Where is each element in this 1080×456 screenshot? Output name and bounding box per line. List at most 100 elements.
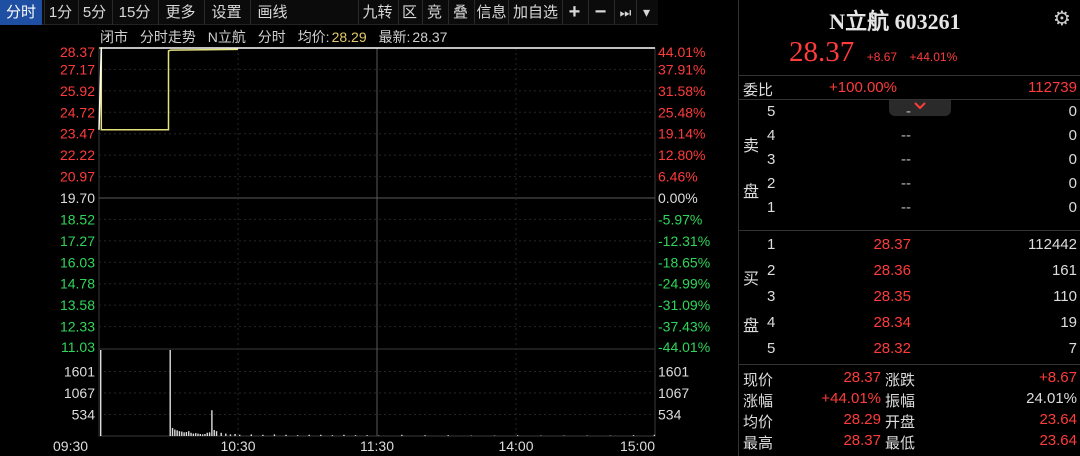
chart-mode: 分时 [257,29,286,45]
bid-price: 28.35 [873,288,911,305]
zoom-out-icon[interactable]: − [588,0,612,25]
volume-tick-label-right: 1601 [658,364,689,380]
volume-bar [285,434,287,436]
price-tick-label: 20.97 [60,169,95,185]
draw-line-button[interactable]: 画线 [250,0,294,25]
current-price: 28.37 [789,36,855,68]
pct-tick-label: 37.91% [658,61,705,77]
volume-bar [183,432,185,436]
bid-level: 2 [767,262,776,279]
volume-bar [517,435,519,436]
stat-value: 28.37 [843,369,881,386]
ask-price: -- [901,199,911,216]
ask-volume: 0 [1068,175,1077,192]
gear-icon[interactable]: ⚙ [1053,6,1071,31]
price-tick-label: 27.17 [60,61,95,77]
pct-tick-label: -12.31% [658,233,710,249]
time-tick-label: 14:00 [498,438,533,454]
bid-row[interactable]: 5 28.32 7 [739,337,1080,361]
price-change: +8.67 [866,50,898,64]
ask-row[interactable]: 4 -- 0 [739,124,1080,148]
stat-row: 均价 28.29 开盘 23.64 [739,410,1080,431]
price-tick-label: 18.52 [60,211,95,227]
pct-tick-label: -18.65% [658,254,710,270]
price-tick-label: 24.72 [60,104,95,120]
volume-bar [320,434,322,436]
volume-bar [213,429,215,436]
stat-label: 均价 [743,414,774,431]
ask-row[interactable]: 2 -- 0 [739,172,1080,196]
volume-bar [632,435,635,436]
volume-bar [331,435,334,436]
volume-bar [229,434,232,436]
bid-level: 4 [767,314,776,331]
nine-turn-button[interactable]: 九转 [358,0,396,25]
stat-value: 24.01% [1026,390,1077,407]
ask-row[interactable]: 5 - 0 [739,100,1080,124]
bid-row[interactable]: 3 28.35 110 [739,285,1080,309]
pct-tick-label: 25.48% [658,104,705,120]
ask-price: -- [901,127,911,144]
more-button[interactable]: 更多 [158,0,202,25]
pct-tick-label: -31.09% [658,297,710,313]
volume-bar [185,431,188,436]
tab-1min[interactable]: 1分 [44,0,76,25]
volume-bar [225,433,227,436]
pct-tick-label: 19.14% [658,126,705,142]
tab-15min[interactable]: 15分 [112,0,156,25]
add-watchlist-button[interactable]: 加自选 [508,0,562,25]
stat-value: 28.37 [843,432,881,449]
last-label: 最新: [378,29,411,45]
tab-intraday[interactable]: 分时 [0,0,42,25]
ratio-number: 112739 [1028,79,1077,96]
ask-row[interactable]: 1 -- 0 [739,196,1080,220]
bid-price: 28.34 [873,314,911,331]
chart-canvas[interactable]: 28.37 44.01% 27.17 37.91% 25.92 31.58% 24.72 25… [0,25,738,456]
stat-row: 涨幅 +44.01% 振幅 24.01% [739,389,1080,410]
bid-volume: 112442 [1028,236,1077,253]
volume-tick-label-right: 1067 [658,385,689,401]
pct-tick-label: 31.58% [658,83,705,99]
tab-5min[interactable]: 5分 [78,0,110,25]
ratio-label: 委比 [743,82,774,99]
bid-row[interactable]: 1 28.37 112442 [739,233,1080,257]
bid-row[interactable]: 2 28.36 161 [739,259,1080,283]
settings-button[interactable]: 设置 [204,0,248,25]
pct-tick-label: -24.99% [658,276,710,292]
auction-button[interactable]: 竞 [422,0,446,25]
stock-title: N立航 603261 [829,9,961,34]
ratio-value: +100.00% [829,79,897,96]
volume-bar [401,434,403,436]
stat-label: 涨幅 [743,393,774,410]
price-tick-label: 16.03 [60,254,95,270]
order-ratio-row: 委比 +100.00% 112739 [739,77,1080,99]
bid-price: 28.36 [873,262,911,279]
skip-to-end-icon[interactable]: ⏭ [614,0,636,25]
chart-title: 分时走势 [139,29,196,45]
bid-row[interactable]: 4 28.34 19 [739,311,1080,335]
volume-bar [447,435,449,436]
ask-volume: 0 [1068,151,1077,168]
time-tick-label: 15:00 [620,438,655,454]
chart-info-bar: 闭市 分时走势 N立航 分时 均价: 28.29 最新: 28.37 [100,27,455,47]
menu-dropdown-icon[interactable]: ▾ [636,0,656,25]
overlay-button[interactable]: 叠 [448,0,472,25]
volume-bar [366,435,368,436]
volume-tick-label: 1067 [64,385,95,401]
zoom-in-icon[interactable]: + [562,0,586,25]
ask-level: 4 [767,127,776,144]
pct-tick-label: 44.01% [658,44,705,60]
volume-bar [354,435,357,436]
interval-button[interactable]: 区 [398,0,420,25]
ask-volume: 0 [1068,127,1077,144]
ask-row[interactable]: 3 -- 0 [739,148,1080,172]
pct-tick-label: -5.97% [658,211,702,227]
volume-tick-label-right: 534 [658,406,682,422]
intraday-chart[interactable]: 28.37 44.01% 27.17 37.91% 25.92 31.58% 24.72 25… [0,25,738,456]
price-tick-label: 13.58 [60,297,95,313]
ask-level: 3 [767,151,776,168]
info-button[interactable]: 信息 [474,0,508,25]
volume-bar [343,434,345,436]
price-tick-label: 14.78 [60,276,95,292]
stat-value: +8.67 [1039,369,1077,386]
